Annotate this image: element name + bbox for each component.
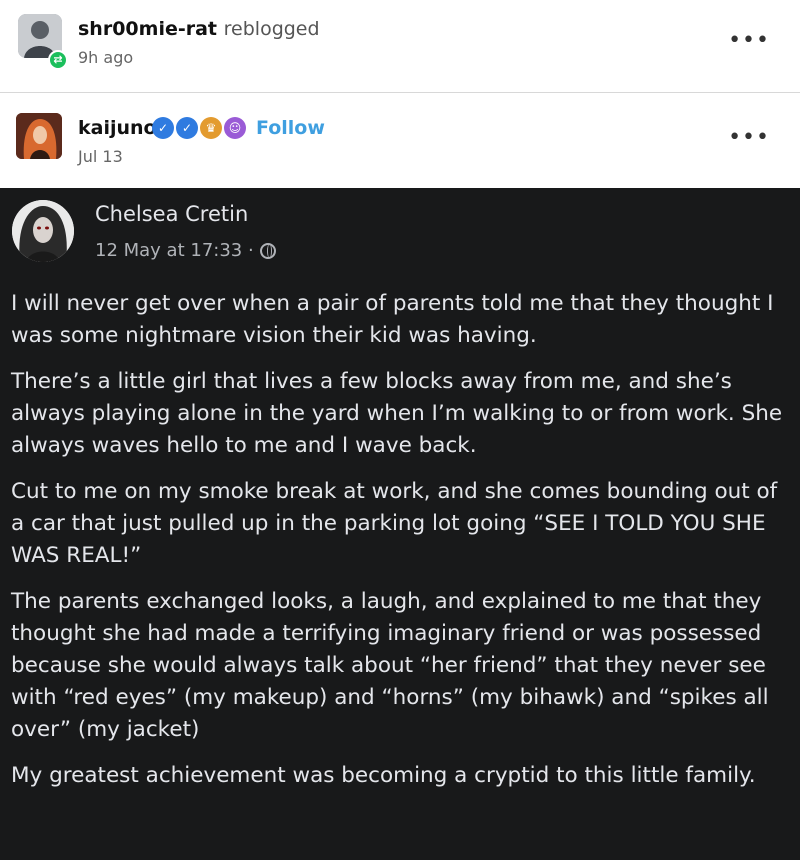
more-options-button[interactable]: •••: [728, 28, 770, 53]
paragraph: Cut to me on my smoke break at work, and…: [11, 479, 778, 568]
follow-button[interactable]: Follow: [256, 117, 325, 139]
author-badges: ✓ ✓ ♛ ☺: [152, 117, 246, 139]
reblogged-label: reblogged: [223, 18, 320, 40]
reblog-header: ⇄ shr00mie-rat reblogged 9h ago •••: [0, 0, 800, 90]
verified-badge-icon: ✓: [176, 117, 198, 139]
reblogger-username[interactable]: shr00mie-rat reblogged: [78, 18, 320, 40]
paragraph: The parents exchanged looks, a laugh, an…: [11, 589, 769, 742]
crown-badge-icon: ♛: [200, 117, 222, 139]
reblog-time: 9h ago: [78, 48, 134, 67]
paragraph: My greatest achievement was becoming a c…: [11, 763, 756, 788]
paragraph: There’s a little girl that lives a few b…: [11, 369, 783, 458]
verified-badge-icon: ✓: [152, 117, 174, 139]
fb-post-text: I will never get over when a pair of par…: [11, 288, 795, 806]
author-avatar[interactable]: [16, 113, 62, 159]
divider: [0, 92, 800, 93]
fb-author-avatar: [12, 200, 74, 262]
reblog-icon: ⇄: [48, 50, 68, 70]
author-username[interactable]: kaijuno: [78, 117, 157, 139]
embedded-post-image: Chelsea Cretin 12 May at 17:33 · I will …: [0, 188, 800, 860]
alien-badge-icon: ☺: [224, 117, 246, 139]
fb-author-name: Chelsea Cretin: [95, 202, 249, 226]
paragraph: I will never get over when a pair of par…: [11, 291, 774, 348]
post-header: kaijuno ✓ ✓ ♛ ☺ Follow Jul 13 •••: [0, 95, 800, 187]
more-options-button[interactable]: •••: [728, 125, 770, 150]
post-date: Jul 13: [78, 147, 123, 166]
fb-timestamp: 12 May at 17:33 ·: [95, 240, 276, 261]
bottom-edge: [0, 860, 800, 865]
globe-icon: [259, 242, 276, 259]
